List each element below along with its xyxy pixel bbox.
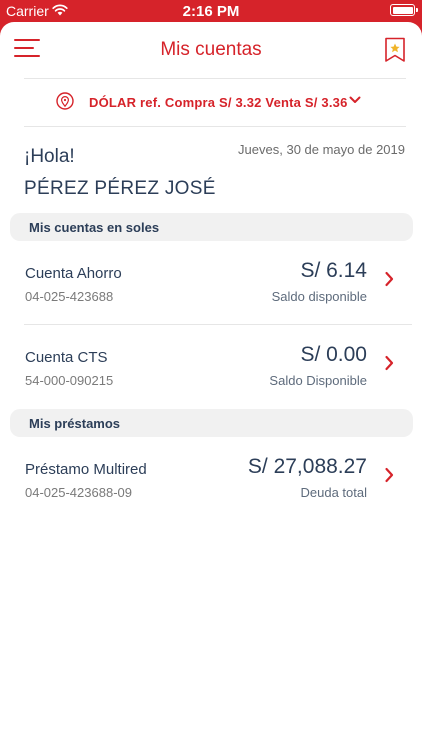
account-name: Cuenta Ahorro [25, 265, 122, 282]
status-bar: Carrier 2:16 PM [0, 0, 422, 22]
navigation-bar: Mis cuentas [0, 22, 422, 78]
battery-icon [390, 4, 418, 16]
balance-label: Saldo disponible [271, 289, 367, 304]
account-balance: S/ 6.14 [300, 259, 367, 282]
page-title: Mis cuentas [160, 39, 262, 60]
chevron-down-icon [349, 96, 361, 103]
account-name: Cuenta CTS [25, 349, 108, 366]
account-number: 04-025-423688 [25, 289, 114, 304]
header-divider [24, 78, 406, 79]
debt-label: Deuda total [300, 485, 368, 500]
current-date: Jueves, 30 de mayo de 2019 [238, 142, 405, 157]
loan-name: Préstamo Multired [25, 461, 147, 478]
account-divider [24, 324, 412, 325]
bookmark-star-icon[interactable] [384, 37, 406, 63]
section-header-soles: Mis cuentas en soles [10, 213, 413, 241]
chevron-right-icon [385, 467, 394, 483]
exchange-rate-text: DÓLAR ref. Compra S/ 3.32 Venta S/ 3.36 [89, 95, 348, 110]
exchange-divider [24, 126, 406, 127]
chevron-right-icon [385, 355, 394, 371]
location-pin-icon [56, 92, 74, 110]
section-title-loans: Mis préstamos [29, 416, 121, 431]
account-balance: S/ 0.00 [300, 343, 367, 366]
loan-balance: S/ 27,088.27 [247, 455, 367, 478]
main-screen: Mis cuentas DÓLAR ref. Compra S/ 3.32 Ve… [0, 22, 422, 750]
clock-time: 2:16 PM [182, 3, 240, 20]
section-header-loans: Mis préstamos [10, 409, 413, 437]
account-number: 54-000-090215 [25, 373, 114, 388]
user-name: PÉREZ PÉREZ JOSÉ [24, 178, 216, 199]
loan-row-multired[interactable]: Préstamo Multired 04-025-423688-09 S/ 27… [0, 455, 422, 519]
exchange-rate-bar[interactable]: DÓLAR ref. Compra S/ 3.32 Venta S/ 3.36 [0, 86, 422, 118]
chevron-right-icon [385, 271, 394, 287]
account-row-ahorro[interactable]: Cuenta Ahorro 04-025-423688 S/ 6.14 Sald… [0, 259, 422, 323]
account-row-cts[interactable]: Cuenta CTS 54-000-090215 S/ 0.00 Saldo D… [0, 343, 422, 407]
loan-number: 04-025-423688-09 [25, 485, 132, 500]
balance-label: Saldo Disponible [269, 373, 367, 388]
section-title-soles: Mis cuentas en soles [29, 220, 160, 235]
greeting-text: ¡Hola! [24, 146, 75, 167]
